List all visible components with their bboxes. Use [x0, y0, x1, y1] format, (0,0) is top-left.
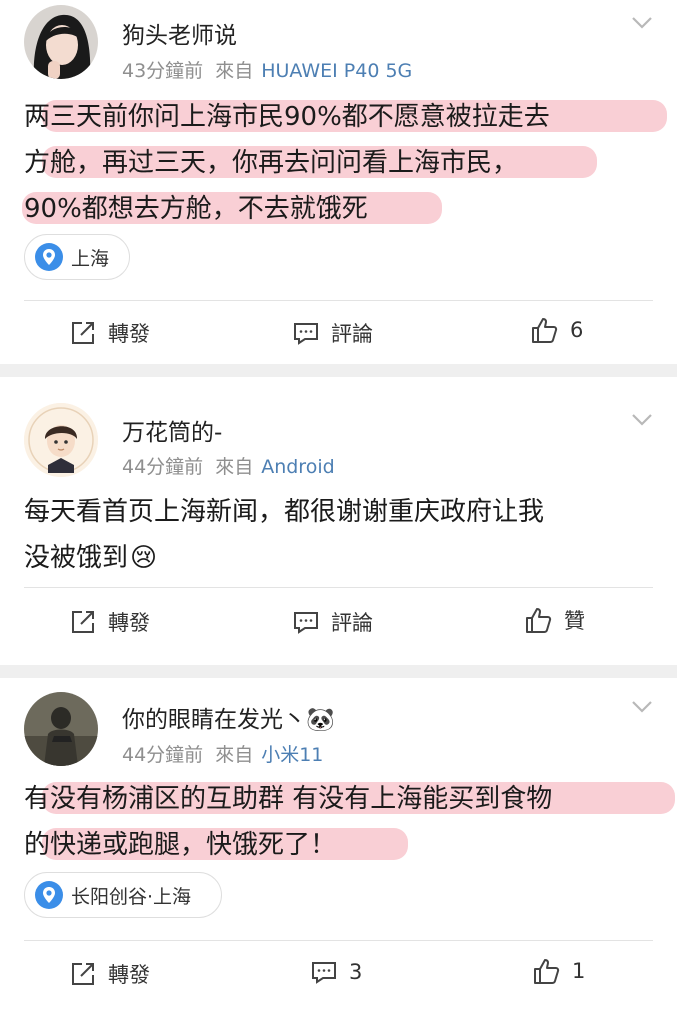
- post-meta: 44分鐘前 來自 小米11: [122, 740, 323, 767]
- location-pin-icon: [35, 881, 63, 909]
- post-text: 每天看首页上海新闻，都很谢谢重庆政府让我 没被饿到😢: [24, 489, 653, 581]
- location-pin-icon: [35, 243, 63, 271]
- post-card: 万花筒的- 44分鐘前 來自 Android 每天看首页上海新闻，都很谢谢重庆政府让…: [0, 377, 677, 665]
- post-time: 44分鐘前: [122, 456, 204, 478]
- like-icon: [534, 959, 560, 984]
- post-text-line: 没被饿到😢: [24, 535, 653, 581]
- post-text-line: 有没有杨浦区的互助群 有没有上海能买到食物: [24, 784, 553, 814]
- divider: [24, 300, 653, 301]
- post-text-line: 方舱，再过三天，你再去问问看上海市民，: [24, 148, 519, 178]
- comment-icon: [294, 612, 318, 634]
- comment-label: 評論: [331, 322, 373, 346]
- repost-icon: [72, 963, 94, 985]
- comment-label: 評論: [331, 611, 373, 635]
- crying-emoji-icon: 😢: [130, 543, 158, 573]
- like-count: 6: [570, 318, 584, 342]
- post-text-line: 的快递或跑腿，快饿死了！: [24, 830, 337, 860]
- chevron-down-icon[interactable]: [631, 700, 653, 714]
- comment-button[interactable]: 評論: [293, 607, 373, 637]
- chevron-down-icon[interactable]: [631, 16, 653, 30]
- like-icon: [526, 608, 552, 633]
- post-text-line: 90%都想去方舱，不去就饿死: [24, 194, 368, 224]
- repost-button[interactable]: 轉發: [70, 607, 150, 637]
- location-tag[interactable]: 长阳创谷·上海: [24, 872, 222, 918]
- repost-label: 轉發: [108, 611, 150, 635]
- like-button[interactable]: 1: [532, 957, 585, 985]
- like-icon: [532, 318, 558, 343]
- repost-icon: [72, 611, 94, 633]
- like-button[interactable]: 贊: [524, 605, 585, 635]
- repost-label: 轉發: [108, 963, 150, 987]
- post-card: 你的眼睛在发光丶🐼 44分鐘前 來自 小米11 有没有杨浦区的互助群 有没有上海能买…: [0, 678, 677, 1024]
- location-label: 长阳创谷·上海: [71, 885, 192, 908]
- username[interactable]: 万花筒的-: [122, 413, 222, 447]
- post-meta: 44分鐘前 來自 Android: [122, 452, 335, 479]
- comment-count: 3: [349, 960, 363, 984]
- source-device[interactable]: HUAWEI P40 5G: [261, 60, 412, 82]
- post-text-line: 每天看首页上海新闻，都很谢谢重庆政府让我: [24, 497, 545, 527]
- source-device[interactable]: Android: [261, 456, 334, 478]
- avatar-soldier-icon: [24, 692, 98, 766]
- post-text-line: 两三天前你问上海市民90%都不愿意被拉走去: [24, 102, 550, 132]
- avatar[interactable]: [24, 403, 98, 477]
- like-label: 贊: [564, 609, 585, 633]
- comment-button[interactable]: 3: [311, 959, 362, 985]
- post-meta: 43分鐘前 來自 HUAWEI P40 5G: [122, 56, 412, 83]
- chevron-down-icon[interactable]: [631, 413, 653, 427]
- comment-icon: [294, 323, 318, 345]
- post-card: 狗头老师说 43分鐘前 來自 HUAWEI P40 5G 两三天前你问上海市民90%…: [0, 0, 677, 364]
- post-text: 两三天前你问上海市民90%都不愿意被拉走去 方舱，再过三天，你再去问问看上海市民…: [24, 94, 653, 232]
- avatar[interactable]: [24, 5, 98, 79]
- source-device[interactable]: 小米11: [261, 744, 323, 766]
- username[interactable]: 狗头老师说: [122, 16, 237, 50]
- post-text: 有没有杨浦区的互助群 有没有上海能买到食物 的快递或跑腿，快饿死了！: [24, 776, 653, 868]
- divider: [24, 940, 653, 941]
- repost-button[interactable]: 轉發: [70, 318, 150, 348]
- username[interactable]: 你的眼睛在发光丶🐼: [122, 700, 335, 734]
- repost-icon: [72, 322, 94, 344]
- source-prefix: 來自: [215, 744, 254, 766]
- location-tag[interactable]: 上海: [24, 234, 130, 280]
- like-button[interactable]: 6: [530, 316, 583, 344]
- comment-icon: [312, 962, 336, 984]
- comment-button[interactable]: 評論: [293, 318, 373, 348]
- repost-button[interactable]: 轉發: [70, 959, 150, 989]
- avatar[interactable]: [24, 692, 98, 766]
- divider: [24, 587, 653, 588]
- repost-label: 轉發: [108, 322, 150, 346]
- avatar-cartoon-icon: [24, 403, 98, 477]
- avatar-photo-icon: [24, 5, 98, 79]
- post-time: 43分鐘前: [122, 60, 204, 82]
- like-count: 1: [572, 959, 586, 983]
- location-label: 上海: [71, 247, 110, 270]
- source-prefix: 來自: [215, 60, 254, 82]
- source-prefix: 來自: [215, 456, 254, 478]
- post-text-segment: 没被饿到: [24, 543, 129, 573]
- post-time: 44分鐘前: [122, 744, 204, 766]
